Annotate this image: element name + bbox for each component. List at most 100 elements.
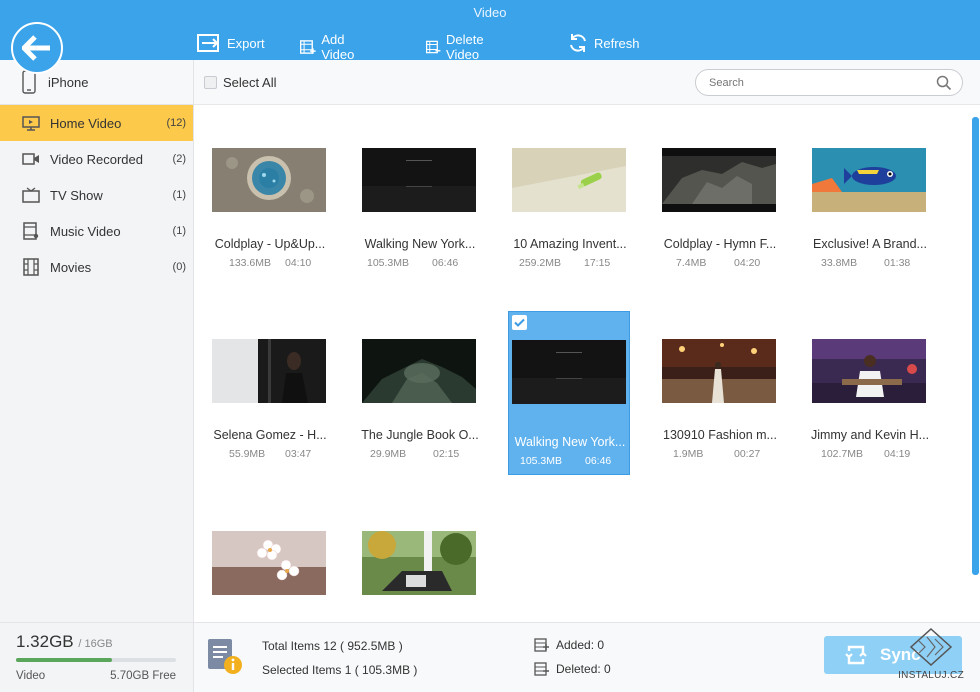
tv-icon: [22, 187, 40, 203]
video-camera-icon: [22, 153, 39, 165]
video-card[interactable]: The Jungle Book O... 29.9MB 02:15: [359, 297, 481, 461]
video-thumbnail: [212, 531, 326, 595]
video-title: Coldplay - Up&Up...: [214, 237, 326, 251]
video-card[interactable]: Coldplay - Up&Up... 133.6MB 04:10: [209, 106, 331, 270]
video-thumbnail: [362, 148, 476, 212]
sidebar-item-movies[interactable]: Movies (0): [0, 249, 193, 285]
total-items: Total Items 12 ( 952.5MB ): [262, 639, 403, 653]
video-duration: 17:15: [584, 257, 611, 269]
video-card[interactable]: 10 Amazing Invent... 259.2MB 17:15: [509, 106, 631, 270]
video-thumbnail: [362, 339, 476, 403]
search-box[interactable]: [695, 69, 963, 96]
sidebar-item-label: Music Video: [50, 223, 121, 239]
video-duration: 04:10: [285, 257, 312, 269]
refresh-label: Refresh: [594, 35, 640, 51]
selected-checkbox[interactable]: [512, 315, 527, 330]
video-thumbnail: [212, 339, 326, 403]
storage-bar-fill: [16, 658, 112, 662]
footer: 1.32GB / 16GB Video 5.70GB Free Total It…: [0, 622, 980, 692]
export-icon: [197, 34, 219, 52]
deleted-label: Deleted: 0: [556, 662, 611, 676]
watermark-logo-icon: [909, 627, 953, 667]
sidebar-item-label: Video Recorded: [50, 151, 143, 167]
sidebar-item-video-recorded[interactable]: Video Recorded (2): [0, 141, 193, 177]
video-card[interactable]: Coldplay - Hymn F... 7.4MB 04:20: [659, 106, 781, 270]
video-title: 130910 Fashion m...: [663, 428, 777, 442]
monitor-icon: [22, 116, 40, 131]
deleted-icon: [534, 662, 549, 676]
video-card[interactable]: Selena Gomez - H... 55.9MB 03:47: [209, 297, 331, 461]
video-duration: 01:38: [884, 257, 911, 269]
video-duration: 02:15: [433, 448, 460, 460]
search-icon[interactable]: [936, 75, 952, 91]
sidebar-item-label: TV Show: [50, 187, 103, 203]
sidebar-item-label: Movies: [50, 259, 92, 275]
check-icon: [514, 318, 525, 327]
sidebar-item-count: (1): [172, 225, 186, 237]
video-card-selected[interactable]: Walking New York... 105.3MB 06:46: [508, 311, 630, 475]
sidebar-item-count: (12): [166, 117, 186, 129]
export-label: Export: [227, 35, 265, 51]
title-bar: Video Export Add Video Delete Video Refr…: [0, 0, 980, 62]
video-size: 105.3MB: [367, 257, 410, 269]
delete-video-button[interactable]: Delete Video: [426, 32, 493, 62]
video-duration: 00:27: [734, 448, 761, 460]
video-card[interactable]: 130910 Fashion m... 1.9MB 00:27: [659, 297, 781, 461]
checkbox-box[interactable]: [204, 76, 217, 89]
video-duration: 03:47: [285, 448, 312, 460]
selected-items: Selected Items 1 ( 105.3MB ): [262, 663, 418, 677]
video-thumbnail: [662, 339, 776, 403]
video-size: 29.9MB: [370, 448, 407, 460]
video-card[interactable]: Jimmy and Kevin H... 102.7MB 04:19: [809, 297, 931, 461]
video-thumbnail: [362, 531, 476, 595]
storage-panel: 1.32GB / 16GB Video 5.70GB Free: [0, 623, 194, 692]
added-label: Added: 0: [556, 638, 605, 652]
video-thumbnail: [512, 148, 626, 212]
video-title: Exclusive! A Brand...: [813, 237, 927, 251]
video-size: 7.4MB: [676, 257, 707, 269]
refresh-button[interactable]: Refresh: [567, 32, 640, 54]
storage-bar: [16, 658, 176, 662]
window-title: Video: [473, 5, 507, 20]
back-arrow-icon: [22, 35, 50, 61]
video-thumbnail: [662, 148, 776, 212]
search-input[interactable]: [709, 74, 929, 92]
video-size: 33.8MB: [821, 257, 858, 269]
video-title: Jimmy and Kevin H...: [810, 428, 930, 442]
storage-category-label: Video: [16, 670, 46, 682]
watermark-text: INSTALUJ.CZ: [898, 670, 964, 681]
export-button[interactable]: Export: [196, 32, 265, 54]
video-title: Walking New York...: [514, 435, 626, 449]
select-all-checkbox[interactable]: Select All: [204, 75, 276, 90]
storage-used: 1.32GB / 16GB: [16, 632, 113, 652]
sidebar-item-tv-show[interactable]: TV Show (1): [0, 177, 193, 213]
scrollbar[interactable]: [972, 117, 979, 575]
sidebar-item-label: Home Video: [50, 115, 122, 131]
delete-video-label: Delete Video: [446, 32, 484, 62]
video-size: 55.9MB: [229, 448, 266, 460]
device-name: iPhone: [48, 74, 89, 90]
video-duration: 06:46: [432, 257, 459, 269]
add-video-label: Add Video: [321, 32, 355, 62]
video-card[interactable]: Exclusive! A Brand... 33.8MB 01:38: [809, 106, 931, 270]
video-title: Coldplay - Hymn F...: [663, 237, 777, 251]
watermark: INSTALUJ.CZ: [898, 627, 964, 681]
sidebar-item-home-video[interactable]: Home Video (12): [0, 105, 193, 141]
sidebar-item-music-video[interactable]: Music Video (1): [0, 213, 193, 249]
added-status: Added: 0: [534, 638, 604, 652]
add-video-icon: [300, 40, 316, 54]
video-thumbnail: [812, 148, 926, 212]
video-size: 133.6MB: [229, 257, 272, 269]
video-card[interactable]: Walking New York... 105.3MB 06:46: [359, 106, 481, 270]
select-all-label: Select All: [223, 75, 277, 90]
video-title: Walking New York...: [364, 237, 476, 251]
sidebar-item-count: (2): [172, 153, 186, 165]
video-thumbnail: [512, 340, 626, 404]
info-document-icon: [208, 639, 242, 674]
sidebar-item-count: (0): [172, 261, 186, 273]
storage-used-value: 1.32GB: [16, 632, 74, 651]
add-video-button[interactable]: Add Video: [300, 32, 362, 62]
sync-icon: [845, 645, 867, 665]
back-button[interactable]: [11, 22, 63, 74]
status-panel: Total Items 12 ( 952.5MB ) Selected Item…: [194, 623, 980, 692]
